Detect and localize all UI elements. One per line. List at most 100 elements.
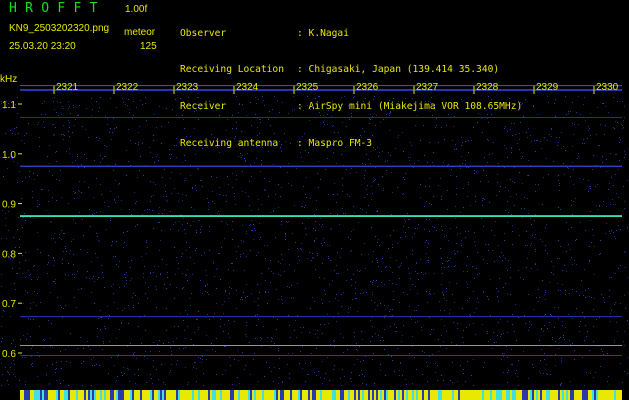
noise-speck: [212, 201, 213, 202]
noise-speck: [19, 239, 20, 240]
bottom-bar-cell: [278, 390, 280, 400]
noise-speck: [560, 246, 561, 247]
noise-speck: [278, 274, 279, 275]
bottom-bar-cell: [250, 390, 252, 400]
bottom-bar-cell: [334, 390, 336, 400]
noise-speck: [241, 297, 242, 298]
noise-speck: [60, 383, 61, 384]
noise-speck: [620, 303, 621, 304]
noise-speck: [363, 101, 364, 102]
noise-speck: [253, 224, 254, 225]
noise-speck: [507, 357, 508, 358]
noise-speck: [405, 98, 406, 99]
noise-speck: [287, 364, 288, 365]
noise-speck: [372, 336, 373, 337]
noise-speck: [600, 366, 601, 367]
noise-speck: [391, 105, 392, 106]
noise-speck: [507, 332, 508, 333]
noise-speck: [473, 323, 474, 324]
noise-speck: [30, 217, 31, 218]
noise-speck: [39, 204, 40, 205]
noise-speck: [537, 140, 538, 141]
noise-speck: [417, 321, 418, 322]
noise-speck: [571, 200, 572, 201]
noise-speck: [397, 137, 398, 138]
noise-speck: [54, 260, 55, 261]
noise-speck: [368, 205, 369, 206]
noise-speck: [359, 375, 360, 376]
noise-speck: [184, 128, 185, 129]
noise-speck: [280, 196, 281, 197]
noise-field: [1, 96, 628, 386]
noise-speck: [47, 156, 48, 157]
noise-speck: [573, 184, 574, 185]
noise-speck: [174, 298, 175, 299]
noise-speck: [590, 113, 591, 114]
noise-speck: [522, 217, 523, 218]
noise-speck: [33, 319, 34, 320]
noise-speck: [364, 243, 365, 244]
noise-speck: [72, 274, 73, 275]
noise-speck: [428, 262, 429, 263]
noise-speck: [19, 247, 20, 248]
noise-speck: [430, 334, 431, 335]
noise-speck: [164, 209, 165, 210]
noise-speck: [140, 100, 141, 101]
noise-speck: [408, 157, 409, 158]
bottom-bar-cell: [168, 390, 170, 400]
noise-speck: [86, 158, 87, 159]
noise-speck: [579, 295, 580, 296]
noise-speck: [443, 341, 444, 342]
noise-speck: [255, 315, 256, 316]
noise-speck: [74, 125, 75, 126]
noise-speck: [372, 284, 373, 285]
noise-speck: [315, 138, 316, 139]
noise-speck: [462, 308, 463, 309]
noise-speck: [392, 192, 393, 193]
noise-speck: [409, 306, 410, 307]
noise-speck: [554, 103, 555, 104]
noise-speck: [559, 258, 560, 259]
noise-speck: [61, 361, 62, 362]
noise-speck: [25, 381, 26, 382]
noise-speck: [349, 196, 350, 197]
noise-speck: [353, 206, 354, 207]
noise-speck: [627, 180, 628, 181]
noise-speck: [31, 279, 32, 280]
bottom-bar-cell: [426, 390, 428, 400]
noise-speck: [435, 363, 436, 364]
noise-speck: [452, 382, 453, 383]
noise-speck: [112, 241, 113, 242]
noise-speck: [242, 104, 243, 105]
noise-speck: [610, 321, 611, 322]
noise-speck: [185, 178, 186, 179]
noise-speck: [370, 341, 371, 342]
noise-speck: [383, 340, 384, 341]
noise-speck: [615, 174, 616, 175]
app-title: HROFFT: [9, 1, 106, 16]
noise-speck: [477, 252, 478, 253]
noise-speck: [390, 267, 391, 268]
noise-speck: [490, 339, 491, 340]
noise-speck: [574, 260, 575, 261]
noise-speck: [257, 135, 258, 136]
noise-speck: [122, 375, 123, 376]
noise-speck: [297, 263, 298, 264]
noise-speck: [232, 173, 233, 174]
noise-speck: [325, 373, 326, 374]
noise-speck: [149, 209, 150, 210]
noise-speck: [354, 336, 355, 337]
noise-speck: [463, 188, 464, 189]
bottom-bar-cell: [106, 390, 108, 400]
noise-speck: [385, 315, 386, 316]
noise-speck: [569, 293, 570, 294]
noise-speck: [165, 185, 166, 186]
bottom-bar-cell: [440, 390, 442, 400]
bottom-bar-cell: [190, 390, 192, 400]
noise-speck: [217, 268, 218, 269]
noise-speck: [384, 349, 385, 350]
bottom-bar-cell: [418, 390, 420, 400]
noise-speck: [551, 261, 552, 262]
noise-speck: [357, 359, 358, 360]
bottom-bar-cell: [560, 390, 562, 400]
